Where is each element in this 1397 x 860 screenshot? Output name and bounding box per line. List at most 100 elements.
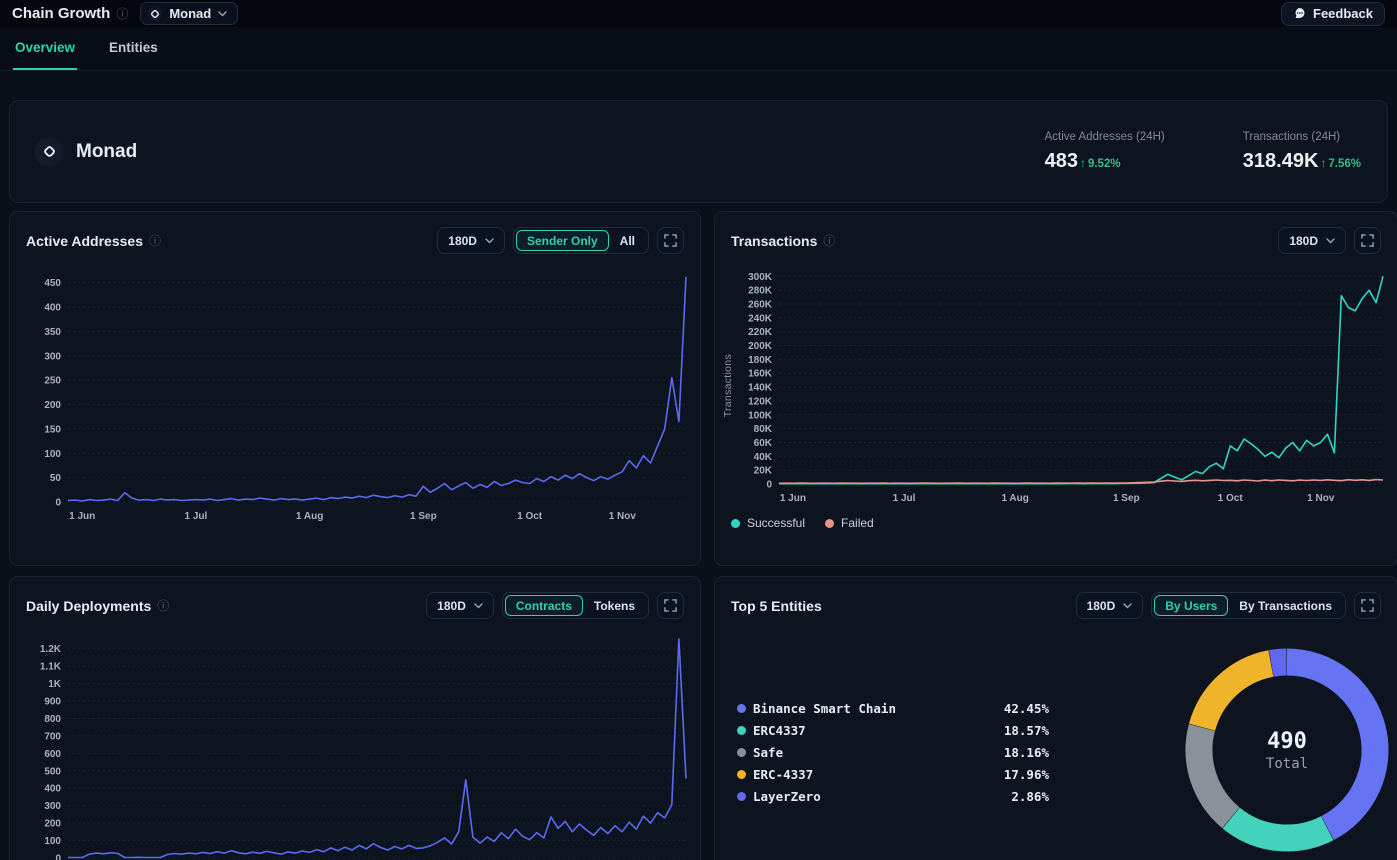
up-arrow-icon: ↑ — [1320, 155, 1327, 170]
toggle-tokens[interactable]: Tokens — [583, 595, 646, 616]
y-tick-label: 400 — [44, 784, 61, 795]
toggle-all[interactable]: All — [609, 230, 646, 251]
toggle-by-users[interactable]: By Users — [1154, 595, 1229, 616]
entity-name: LayerZero — [753, 789, 821, 804]
stat-active-addresses: Active Addresses (24H) 483 ↑ 9.52% — [1045, 131, 1165, 173]
y-tick-label: 40K — [754, 452, 773, 463]
fullscreen-icon — [664, 234, 677, 247]
info-icon[interactable]: ⓘ — [823, 235, 835, 247]
entities-donut-chart[interactable]: 490 Total — [1175, 638, 1397, 860]
entity-name: ERC4337 — [753, 723, 806, 738]
entity-percentage: 17.96% — [1003, 767, 1049, 782]
entity-row-erc-4337[interactable]: ERC-4337 17.96% — [737, 767, 1049, 782]
monad-logo-icon — [148, 6, 163, 21]
donut-slice-erc4337[interactable] — [1222, 807, 1334, 852]
donut-slice-layerzero[interactable] — [1268, 648, 1287, 677]
y-tick-label: 100 — [44, 449, 61, 460]
y-tick-label: 260K — [748, 300, 773, 311]
x-tick-label: 1 Nov — [609, 511, 637, 522]
range-dropdown[interactable]: 180D — [437, 227, 505, 254]
y-tick-label: 200 — [44, 400, 61, 411]
active-addresses-chart[interactable]: 0 50 100 150 200 250 300 350 400 450 1 Jun 1 Jul 1 A… — [10, 258, 700, 528]
y-tick-label: 120K — [748, 396, 773, 407]
stat-change: 9.52% — [1087, 157, 1121, 170]
donut-slice-binance-smart-chain[interactable] — [1286, 648, 1389, 841]
y-tick-label: 180K — [748, 355, 773, 366]
legend-item-failed[interactable]: Failed — [825, 516, 874, 530]
y-tick-label: 250 — [44, 376, 61, 387]
chain-selector[interactable]: Monad — [140, 2, 239, 25]
y-tick-label: 280K — [748, 286, 773, 297]
tab-overview[interactable]: Overview — [13, 27, 78, 70]
y-tick-label: 0 — [55, 498, 61, 509]
chain-summary-title: Monad — [34, 136, 138, 167]
series-active-addresses — [67, 276, 687, 502]
y-axis-title: Transactions — [722, 353, 734, 418]
stat-value: 483 — [1044, 149, 1078, 172]
entity-row-erc4337[interactable]: ERC4337 18.57% — [737, 723, 1049, 738]
page-title-text: Chain Growth — [12, 5, 111, 22]
chain-name: Monad — [76, 140, 138, 162]
y-tick-label: 300 — [44, 801, 61, 812]
legend-item-successful[interactable]: Successful — [731, 516, 805, 530]
y-tick-label: 400 — [44, 303, 61, 314]
entity-row-safe[interactable]: Safe 18.16% — [737, 745, 1049, 760]
card-title: Transactions — [731, 232, 818, 249]
range-dropdown[interactable]: 180D — [426, 592, 494, 619]
stat-value: 318.49K — [1242, 149, 1319, 172]
stat-transactions: Transactions (24H) 318.49K ↑ 7.56% — [1243, 131, 1361, 173]
range-dropdown[interactable]: 180D — [1075, 592, 1144, 619]
chat-bubble-icon — [1295, 8, 1305, 18]
y-tick-label: 100K — [748, 410, 773, 421]
fullscreen-button[interactable] — [1354, 227, 1381, 254]
toggle-by-transactions[interactable]: By Transactions — [1228, 595, 1343, 616]
tab-entities[interactable]: Entities — [107, 27, 160, 70]
entity-dot — [737, 748, 746, 757]
range-label: 180D — [448, 233, 477, 248]
y-tick-label: 100 — [44, 836, 61, 847]
transactions-chart[interactable]: Transactions 0 20K 40K 60K 80K 100K 120K 140K 16… — [715, 258, 1397, 510]
entity-percentage: 42.45% — [1003, 701, 1049, 716]
stat-label: Transactions (24H) — [1242, 130, 1341, 143]
y-tick-label: 300 — [44, 351, 61, 362]
entity-dot — [737, 792, 746, 801]
x-tick-label: 1 Jun — [69, 511, 95, 522]
range-dropdown[interactable]: 180D — [1278, 227, 1346, 254]
y-tick-label: 300K — [748, 272, 773, 283]
fullscreen-button[interactable] — [1354, 592, 1381, 619]
toggle-sender-only[interactable]: Sender Only — [515, 230, 609, 251]
y-tick-label: 160K — [748, 369, 773, 380]
tab-entities-label: Entities — [109, 40, 158, 55]
entities-legend: Binance Smart Chain 42.45% ERC4337 18.57% Sa… — [737, 701, 1049, 804]
active-addresses-card: Active Addresses ⓘ 180D Sender Only All — [9, 211, 701, 566]
info-icon[interactable]: ⓘ — [149, 235, 161, 247]
info-icon[interactable]: ⓘ — [116, 8, 128, 20]
info-icon[interactable]: ⓘ — [157, 600, 169, 612]
daily-deployments-card: Daily Deployments ⓘ 180D Contracts Token… — [9, 576, 701, 860]
entity-name: Binance Smart Chain — [753, 701, 896, 716]
x-tick-label: 1 Sep — [1113, 493, 1140, 504]
y-tick-label: 500 — [44, 766, 61, 777]
y-tick-label: 140K — [748, 383, 773, 394]
y-tick-label: 1K — [48, 679, 62, 690]
top-entities-card: Top 5 Entities 180D By Users By Transact… — [714, 576, 1397, 860]
y-tick-label: 1.1K — [40, 662, 62, 673]
entity-row-layerzero[interactable]: LayerZero 2.86% — [737, 789, 1049, 804]
card-title: Active Addresses — [26, 232, 143, 249]
feedback-button[interactable]: Feedback — [1281, 1, 1385, 26]
x-tick-label: 1 Jun — [780, 493, 806, 504]
entity-dot — [737, 704, 746, 713]
donut-slice-erc-4337[interactable] — [1188, 650, 1274, 732]
fullscreen-button[interactable] — [657, 227, 684, 254]
toggle-contracts[interactable]: Contracts — [504, 595, 583, 616]
legend-label: Failed — [841, 516, 874, 530]
fullscreen-icon — [1361, 599, 1374, 612]
chevron-down-icon — [1123, 602, 1132, 608]
y-tick-label: 0 — [766, 480, 772, 491]
fullscreen-button[interactable] — [657, 592, 684, 619]
entity-percentage: 2.86% — [1011, 789, 1049, 804]
entity-row-binance-smart-chain[interactable]: Binance Smart Chain 42.45% — [737, 701, 1049, 716]
donut-slice-safe[interactable] — [1185, 724, 1240, 829]
chevron-down-icon — [485, 237, 494, 243]
daily-deployments-chart[interactable]: 0 100 200 300 400 500 600 700 800 900 1K 1.1K 1.2K — [10, 623, 700, 860]
